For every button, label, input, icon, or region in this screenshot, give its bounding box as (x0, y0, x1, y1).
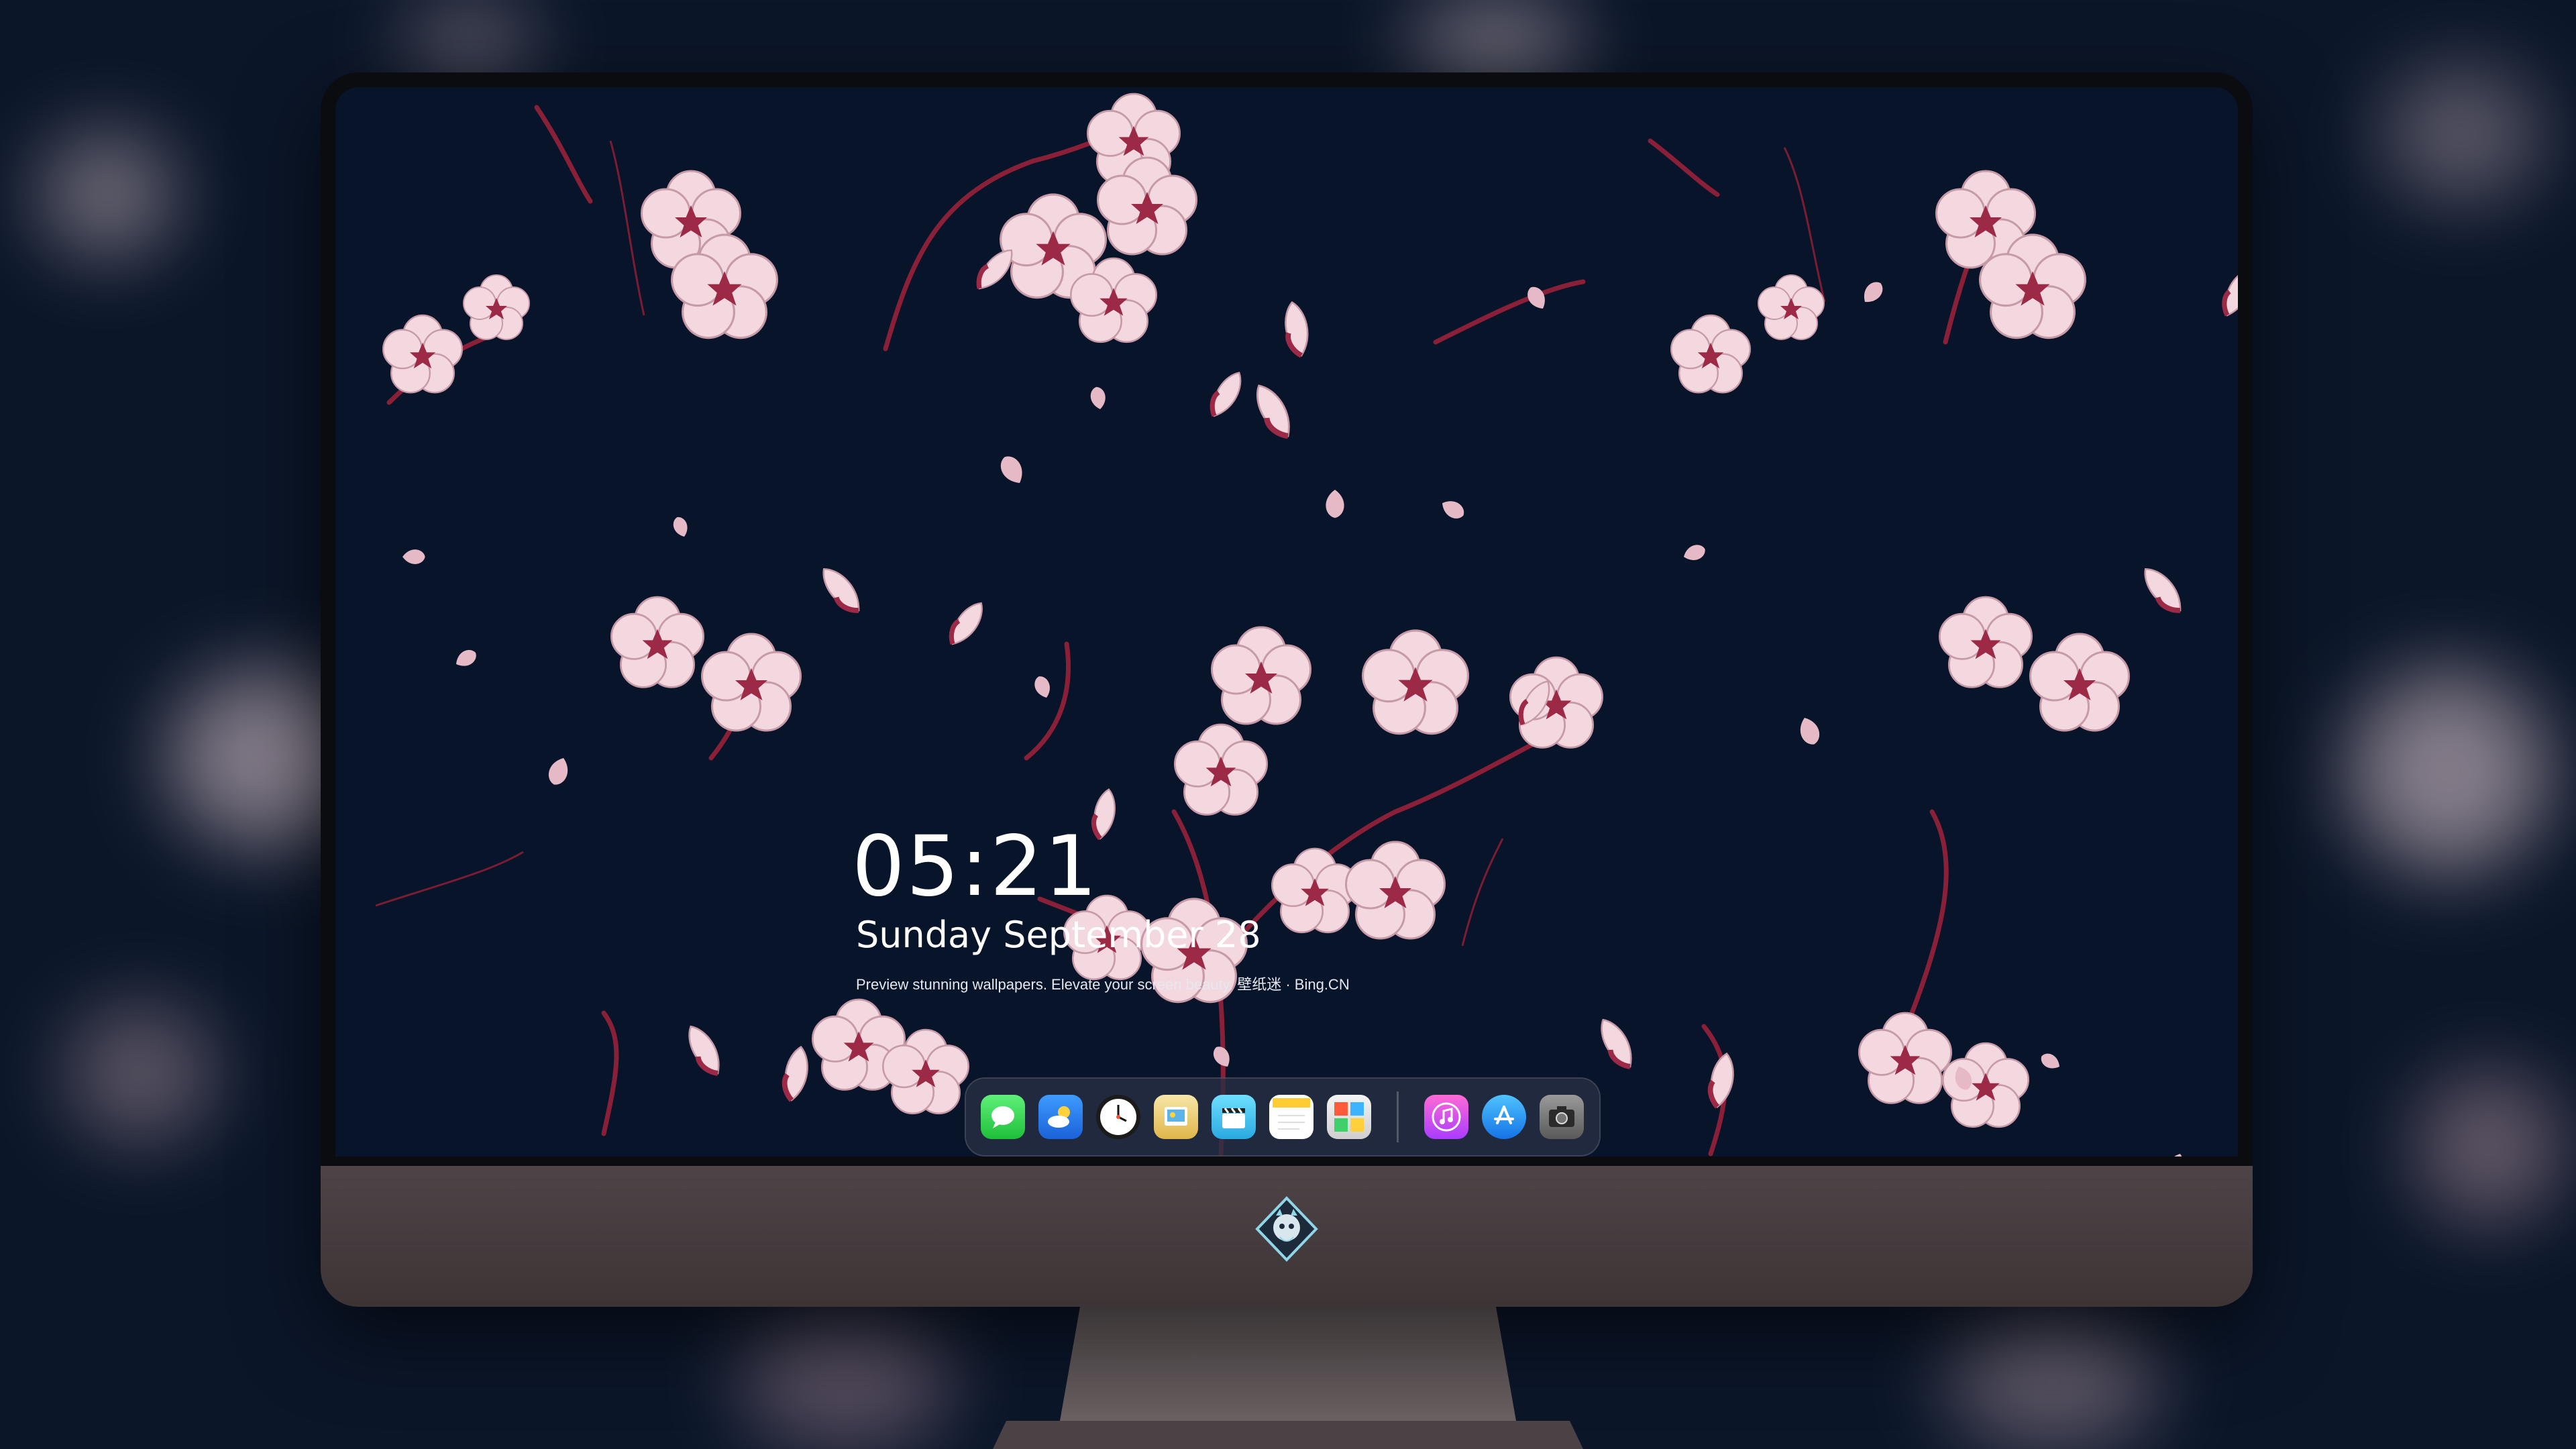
wallpaper-tagline: Preview stunning wallpapers. Elevate you… (856, 976, 1350, 993)
notes-icon[interactable] (1269, 1095, 1313, 1139)
itunes-icon[interactable] (1424, 1095, 1468, 1139)
photo-booth-icon[interactable] (1327, 1095, 1371, 1139)
dragon-logo-icon (1255, 1196, 1318, 1262)
preview-icon[interactable] (1154, 1095, 1198, 1139)
lockscreen-clock: 05:21 (852, 818, 1099, 915)
monitor-stand (993, 1307, 1583, 1449)
screen: 05:21 Sunday September 28 Preview stunni… (335, 87, 2238, 1157)
lockscreen-date: Sunday September 28 (856, 914, 1261, 956)
clock-icon[interactable] (1096, 1095, 1140, 1139)
camera-icon[interactable] (1540, 1095, 1584, 1139)
app-store-icon[interactable] (1482, 1095, 1526, 1139)
clips-icon[interactable] (1212, 1095, 1256, 1139)
weather-icon[interactable] (1038, 1095, 1083, 1139)
dock (965, 1077, 1601, 1157)
messages-icon[interactable] (981, 1095, 1025, 1139)
cherry-blossom-wallpaper (335, 87, 2238, 1157)
dock-separator (1397, 1091, 1399, 1142)
